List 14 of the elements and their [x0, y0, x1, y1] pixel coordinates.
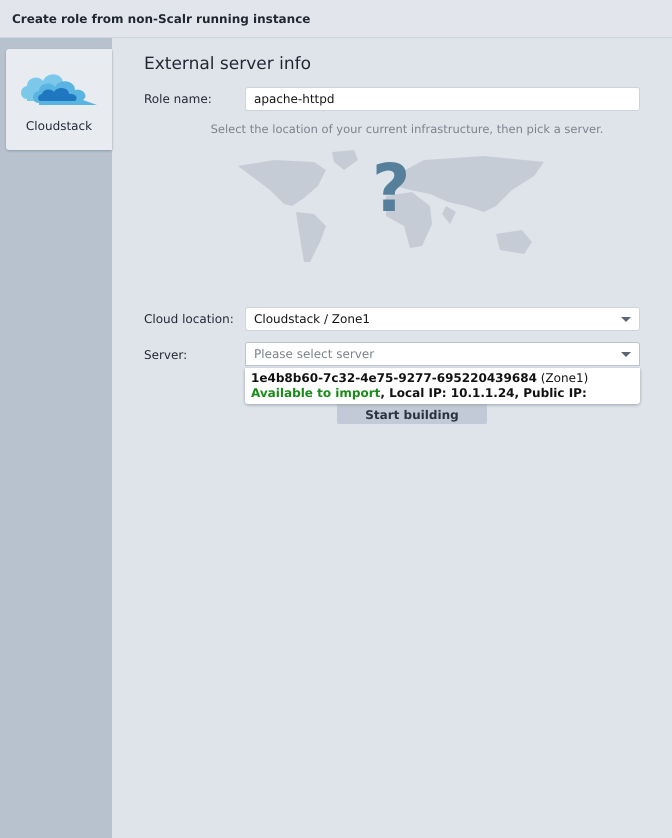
- cloud-tile[interactable]: Cloudstack: [6, 49, 112, 150]
- field-label: Role name:: [144, 92, 213, 106]
- window-title: Create role from non-Scalr running instance: [12, 12, 310, 26]
- server-option[interactable]: 1e4b8b60-7c32-4e75-9277-695220439684 (Zone1) Available to import, Local IP: 10.1.1.24, Public IP:: [245, 368, 640, 404]
- section-heading: External server info: [144, 54, 312, 74]
- role-name-field[interactable]: apache-httpd: [245, 87, 640, 111]
- question-mark: ?: [372, 156, 410, 222]
- hint-text: Select the location of your current infrastructure, then pick a server.: [210, 122, 604, 136]
- caret-icon: [621, 316, 631, 322]
- caret-icon: [621, 352, 631, 356]
- field-label: Cloud location:: [144, 312, 235, 326]
- cloud-location-dropdown[interactable]: Cloudstack / Zone1: [245, 307, 640, 331]
- server-dropdown[interactable]: Please select server: [245, 342, 640, 366]
- field-label: Server:: [144, 347, 188, 364]
